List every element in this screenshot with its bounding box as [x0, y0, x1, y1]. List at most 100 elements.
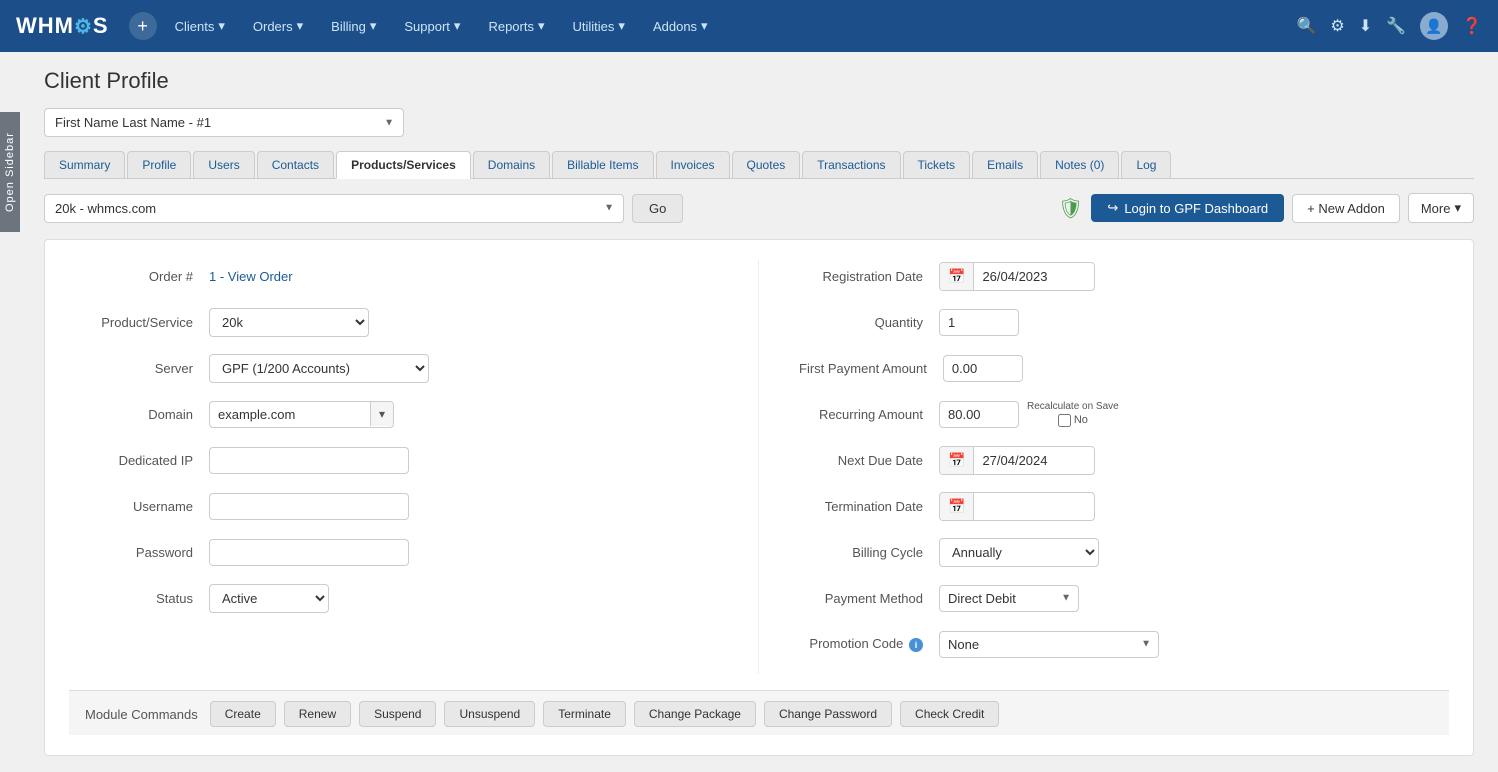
- status-select[interactable]: Active Pending Suspended Terminated Canc…: [209, 584, 329, 613]
- tab-tickets[interactable]: Tickets: [903, 151, 971, 178]
- username-input[interactable]: [209, 493, 409, 520]
- logo-gear: ⚙: [74, 16, 93, 38]
- wrench-icon[interactable]: 🔧: [1386, 16, 1406, 36]
- promotion-code-label-text: Promotion Code: [809, 636, 903, 651]
- domain-label: Domain: [69, 407, 209, 422]
- module-commands-bar: Module Commands Create Renew Suspend Uns…: [69, 690, 1449, 735]
- login-gpf-button[interactable]: ↪ Login to GPF Dashboard: [1091, 194, 1284, 222]
- payment-method-select[interactable]: Direct Debit Credit Card PayPal Bank Tra…: [939, 585, 1079, 612]
- change-password-button[interactable]: Change Password: [764, 701, 892, 727]
- unsuspend-button[interactable]: Unsuspend: [444, 701, 535, 727]
- next-due-date-label: Next Due Date: [799, 453, 939, 468]
- suspend-button[interactable]: Suspend: [359, 701, 436, 727]
- server-row: Server GPF (1/200 Accounts): [69, 352, 718, 384]
- next-due-date-input[interactable]: 27/04/2024: [974, 448, 1094, 473]
- calendar-icon: 📅: [940, 493, 974, 520]
- recurring-amount-label: Recurring Amount: [799, 407, 939, 422]
- tab-products[interactable]: Products/Services: [336, 151, 471, 179]
- module-commands-label: Module Commands: [85, 707, 198, 722]
- first-payment-input[interactable]: 0.00: [943, 355, 1023, 382]
- status-row: Status Active Pending Suspended Terminat…: [69, 582, 718, 614]
- login-btn-label: Login to GPF Dashboard: [1124, 201, 1268, 216]
- password-row: Password 6-5t8kJbpF-Yxx1: [69, 536, 718, 568]
- tab-profile[interactable]: Profile: [127, 151, 191, 178]
- tab-log[interactable]: Log: [1121, 151, 1171, 178]
- chevron-down-icon: ▾: [701, 18, 708, 34]
- client-select-wrapper: First Name Last Name - #1: [44, 108, 404, 137]
- left-section: Order # 1 - View Order Product/Service 2…: [69, 260, 759, 674]
- domain-input[interactable]: [210, 402, 370, 427]
- change-package-button[interactable]: Change Package: [634, 701, 756, 727]
- detail-card: Order # 1 - View Order Product/Service 2…: [44, 239, 1474, 756]
- quantity-input[interactable]: 1: [939, 309, 1019, 336]
- help-icon[interactable]: ❓: [1462, 16, 1482, 36]
- termination-date-label: Termination Date: [799, 499, 939, 514]
- service-select[interactable]: 20k - whmcs.com: [44, 194, 624, 223]
- more-button[interactable]: More ▾: [1408, 193, 1474, 223]
- tab-notes[interactable]: Notes (0): [1040, 151, 1119, 178]
- gear-icon[interactable]: ⚙: [1330, 16, 1344, 36]
- billing-cycle-label: Billing Cycle: [799, 545, 939, 560]
- server-select[interactable]: GPF (1/200 Accounts): [209, 354, 429, 383]
- tab-domains[interactable]: Domains: [473, 151, 550, 178]
- nav-item-utilities[interactable]: Utilities ▾: [563, 12, 635, 40]
- calendar-icon: 📅: [940, 263, 974, 290]
- recalculate-checkbox[interactable]: [1058, 414, 1071, 427]
- nav-item-support[interactable]: Support ▾: [394, 12, 470, 40]
- dedicated-ip-input[interactable]: [209, 447, 409, 474]
- add-button[interactable]: +: [129, 12, 157, 40]
- client-select[interactable]: First Name Last Name - #1: [44, 108, 404, 137]
- order-label: Order #: [69, 269, 209, 284]
- nav-item-orders[interactable]: Orders ▾: [243, 12, 313, 40]
- registration-date-label: Registration Date: [799, 269, 939, 284]
- product-row: Product/Service 20k: [69, 306, 718, 338]
- dedicated-ip-label: Dedicated IP: [69, 453, 209, 468]
- nav-item-clients-label: Clients: [175, 19, 215, 34]
- sidebar-tab[interactable]: Open Sidebar: [0, 112, 20, 232]
- registration-date-input[interactable]: 26/04/2023: [974, 264, 1094, 289]
- check-credit-button[interactable]: Check Credit: [900, 701, 999, 727]
- terminate-button[interactable]: Terminate: [543, 701, 626, 727]
- nav-item-addons[interactable]: Addons ▾: [643, 12, 718, 40]
- nav-item-billing[interactable]: Billing ▾: [321, 12, 386, 40]
- domain-arrow-icon[interactable]: ▾: [370, 402, 393, 426]
- password-input[interactable]: 6-5t8kJbpF-Yxx1: [209, 539, 409, 566]
- chevron-down-icon: ▾: [297, 18, 304, 34]
- new-addon-button[interactable]: + New Addon: [1292, 194, 1400, 223]
- nav-item-reports[interactable]: Reports ▾: [478, 12, 554, 40]
- nav-item-utilities-label: Utilities: [573, 19, 615, 34]
- tab-contacts[interactable]: Contacts: [257, 151, 334, 178]
- recalculate-label: Recalculate on Save: [1027, 401, 1119, 412]
- search-icon[interactable]: 🔍: [1296, 16, 1316, 36]
- create-button[interactable]: Create: [210, 701, 276, 727]
- tab-billable[interactable]: Billable Items: [552, 151, 653, 178]
- promotion-code-label: Promotion Code i: [799, 636, 939, 652]
- renew-button[interactable]: Renew: [284, 701, 351, 727]
- nav-item-orders-label: Orders: [253, 19, 293, 34]
- order-value[interactable]: 1 - View Order: [209, 269, 293, 284]
- tab-summary[interactable]: Summary: [44, 151, 125, 178]
- download-icon[interactable]: ⬇: [1359, 16, 1372, 36]
- nav-item-clients[interactable]: Clients ▾: [165, 12, 235, 40]
- tab-transactions[interactable]: Transactions: [802, 151, 900, 178]
- avatar[interactable]: 👤: [1420, 12, 1448, 40]
- tab-emails[interactable]: Emails: [972, 151, 1038, 178]
- go-button[interactable]: Go: [632, 194, 683, 223]
- recalculate-toggle[interactable]: No: [1058, 414, 1088, 427]
- nav-item-addons-label: Addons: [653, 19, 697, 34]
- detail-grid: Order # 1 - View Order Product/Service 2…: [69, 260, 1449, 674]
- tab-quotes[interactable]: Quotes: [732, 151, 801, 178]
- recurring-amount-input[interactable]: 80.00: [939, 401, 1019, 428]
- service-select-wrapper: 20k - whmcs.com: [44, 194, 624, 223]
- logo: WHM⚙S: [16, 13, 109, 39]
- quantity-label: Quantity: [799, 315, 939, 330]
- chevron-down-icon: ▾: [454, 18, 461, 34]
- tab-users[interactable]: Users: [193, 151, 254, 178]
- billing-cycle-select[interactable]: Monthly Quarterly Semi-Annually Annually…: [939, 538, 1099, 567]
- product-select[interactable]: 20k: [209, 308, 369, 337]
- promo-select-wrapper: None: [939, 631, 1159, 658]
- promo-code-select[interactable]: None: [939, 631, 1159, 658]
- username-label: Username: [69, 499, 209, 514]
- tab-invoices[interactable]: Invoices: [656, 151, 730, 178]
- termination-date-input[interactable]: [974, 494, 1094, 519]
